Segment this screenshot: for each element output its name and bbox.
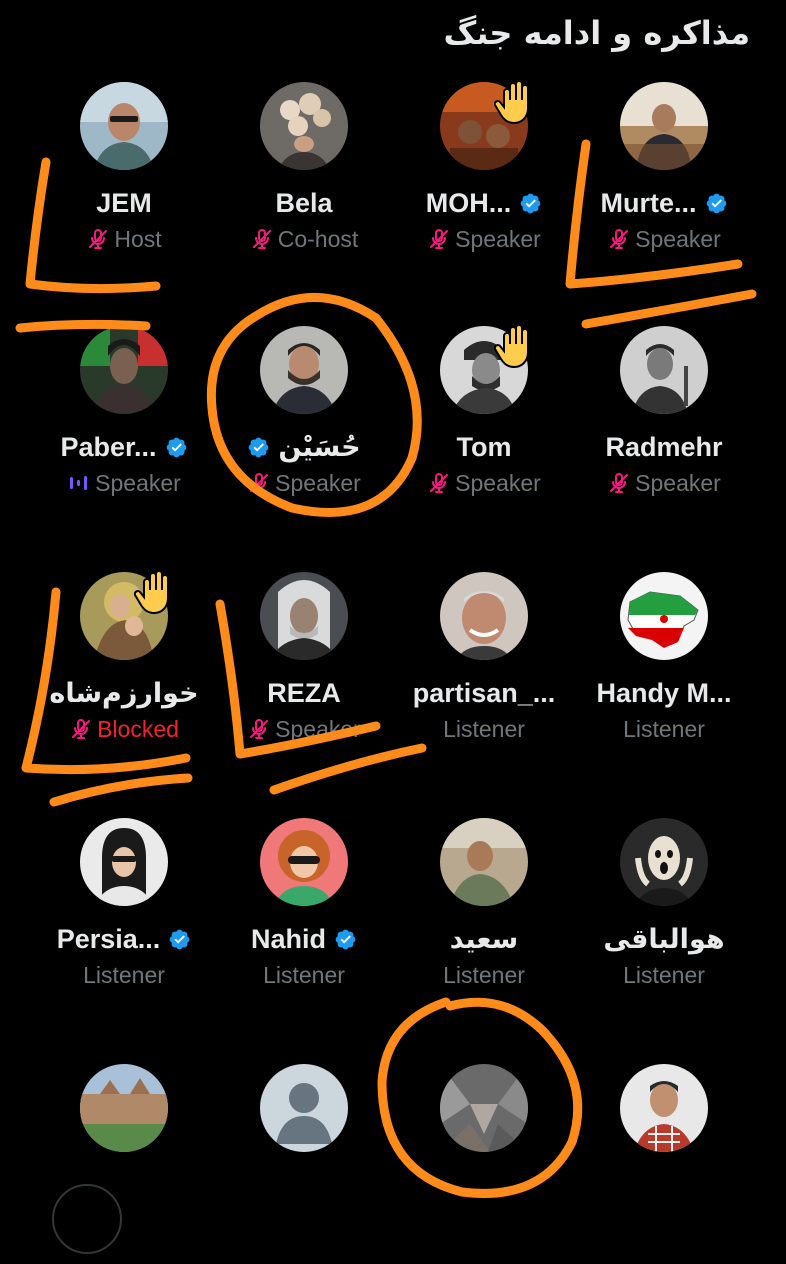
participant-avatar[interactable] (440, 818, 528, 906)
participant-tile[interactable]: خوارزم‌شاه Blocked (34, 572, 214, 772)
participant-tile[interactable] (574, 1064, 754, 1264)
participant-avatar[interactable] (440, 572, 528, 660)
microphone-off-icon (250, 227, 274, 251)
participant-avatar[interactable] (260, 572, 348, 660)
participant-role: Speaker (275, 469, 361, 496)
microphone-off-icon (86, 227, 110, 251)
participant-tile[interactable]: Bela Co-host (214, 82, 394, 282)
participant-avatar[interactable] (260, 1064, 348, 1152)
participant-name: Handy M... (596, 677, 732, 708)
participant-role: Speaker (635, 469, 721, 496)
participant-name: سعید (449, 923, 519, 955)
participant-avatar[interactable] (620, 1064, 708, 1152)
participant-tile[interactable]: Murte... Speaker (574, 82, 754, 282)
participant-role: Listener (443, 715, 525, 742)
participant-name: Persia... (56, 923, 161, 954)
participant-avatar[interactable] (80, 82, 168, 170)
microphone-off-icon (247, 471, 271, 495)
participant-avatar[interactable] (80, 1064, 168, 1152)
participant-tile[interactable]: MOH... Speaker (394, 82, 574, 282)
participant-name: Bela (275, 187, 333, 218)
participant-avatar[interactable] (260, 326, 348, 414)
participant-role: Listener (623, 961, 705, 988)
participant-role: Listener (623, 715, 705, 742)
participant-name: Nahid (250, 923, 326, 954)
participant-tile[interactable]: Nahid Listener (214, 818, 394, 1018)
participant-name: حُسَیْن (278, 431, 361, 463)
microphone-off-icon (427, 471, 451, 495)
participant-name: partisan_... (412, 677, 556, 708)
verified-badge-icon (247, 436, 270, 459)
participant-tile[interactable]: سعید Listener (394, 818, 574, 1018)
participant-avatar[interactable] (260, 818, 348, 906)
participant-tile[interactable]: partisan_... Listener (394, 572, 574, 772)
participant-role: Listener (443, 961, 525, 988)
participant-tile[interactable]: REZA Speaker (214, 572, 394, 772)
participant-tile[interactable]: JEM Host (34, 82, 214, 282)
participant-name: Paber... (60, 431, 157, 462)
participant-name: MOH... (425, 187, 512, 218)
raised-hand-icon (494, 322, 538, 370)
microphone-off-icon (607, 471, 631, 495)
participant-tile[interactable]: حُسَیْن Speaker (214, 326, 394, 526)
speaking-bars-icon (70, 476, 88, 490)
raised-hand-icon (494, 78, 538, 126)
participant-role: Host (114, 225, 162, 252)
participant-name: JEM (96, 187, 152, 218)
participant-role: Speaker (455, 225, 541, 252)
verified-badge-icon (519, 192, 542, 215)
participant-tile[interactable]: Handy M... Listener (574, 572, 754, 772)
participant-avatar[interactable] (620, 818, 708, 906)
verified-badge-icon (705, 192, 728, 215)
participant-name: Murte... (600, 187, 697, 218)
participant-role: Listener (263, 961, 345, 988)
participant-avatar[interactable] (80, 326, 168, 414)
participant-name: خوارزم‌شاه (49, 677, 199, 709)
participant-avatar[interactable] (620, 572, 708, 660)
raised-hand-icon (134, 568, 178, 616)
participant-role: Speaker (635, 225, 721, 252)
microphone-off-icon (247, 717, 271, 741)
participant-role: Blocked (97, 715, 179, 742)
participant-tile[interactable]: Paber... Speaker (34, 326, 214, 526)
participant-name: Tom (456, 431, 512, 462)
participant-name: هوالباقی (603, 923, 725, 955)
participant-avatar[interactable] (260, 82, 348, 170)
participant-tile[interactable]: Radmehr Speaker (574, 326, 754, 526)
microphone-off-icon (607, 227, 631, 251)
participant-avatar[interactable] (620, 326, 708, 414)
participant-tile[interactable] (214, 1064, 394, 1264)
verified-badge-icon (165, 436, 188, 459)
participant-avatar[interactable] (80, 818, 168, 906)
participant-tile[interactable]: هوالباقی Listener (574, 818, 754, 1018)
participant-grid: JEM Host Bela Co-host MOH... Speaker Mur… (0, 0, 786, 1200)
bottom-button[interactable] (52, 1184, 122, 1254)
verified-badge-icon (168, 928, 191, 951)
participant-role: Co-host (277, 225, 359, 252)
participant-role: Speaker (455, 469, 541, 496)
participant-tile[interactable] (394, 1064, 574, 1264)
participant-role: Speaker (275, 715, 361, 742)
participant-name: REZA (267, 677, 341, 708)
microphone-off-icon (427, 227, 451, 251)
participant-role: Listener (83, 961, 165, 988)
participant-name: Radmehr (605, 431, 723, 462)
verified-badge-icon (334, 928, 357, 951)
participant-tile[interactable]: Persia... Listener (34, 818, 214, 1018)
microphone-off-icon (69, 717, 93, 741)
participant-avatar[interactable] (440, 1064, 528, 1152)
participant-tile[interactable]: Tom Speaker (394, 326, 574, 526)
participant-avatar[interactable] (620, 82, 708, 170)
participant-role: Speaker (95, 469, 181, 496)
